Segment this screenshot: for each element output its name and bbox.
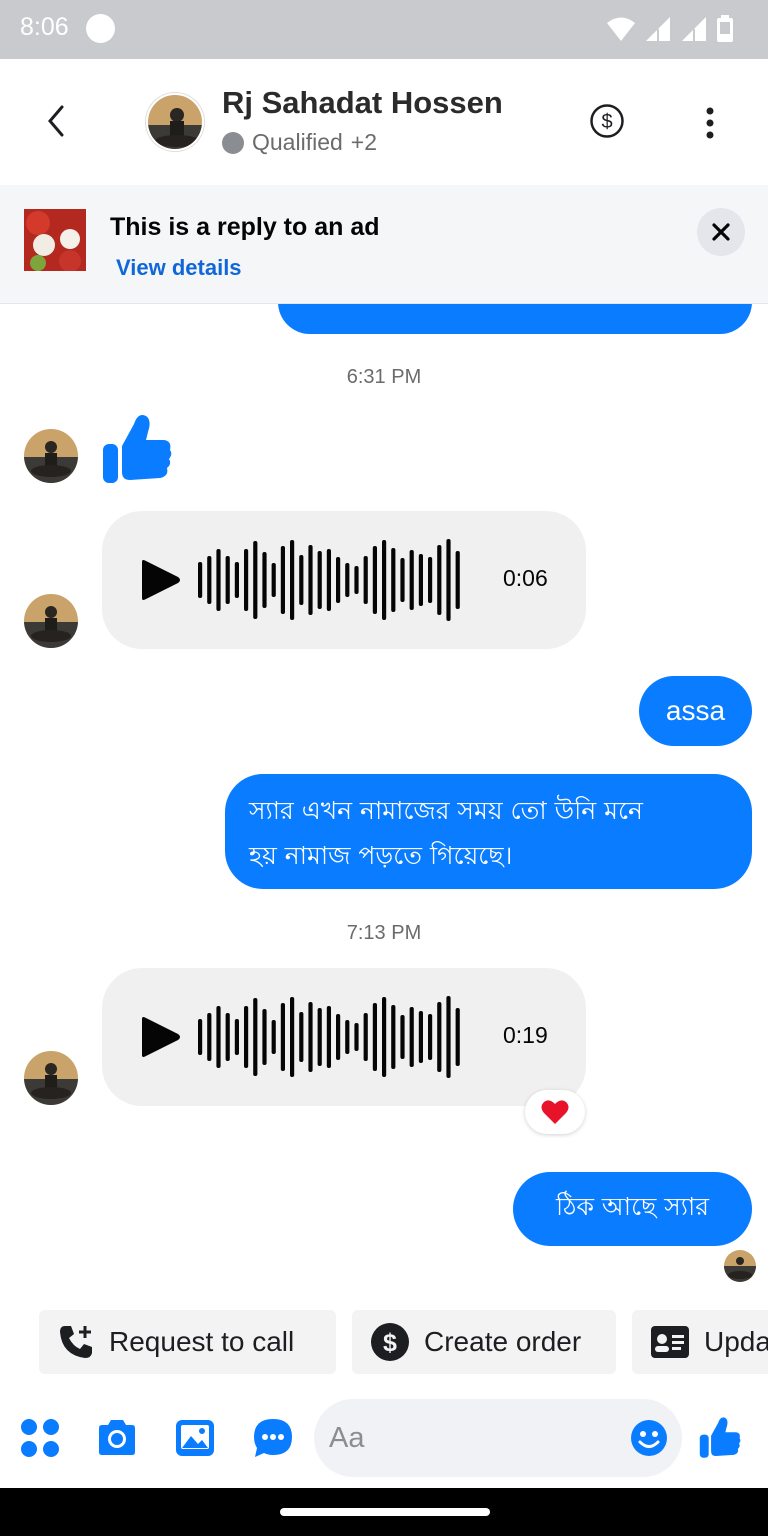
message-composer [0,1392,768,1488]
status-bar: 8:06 [0,0,768,59]
thumbs-up-icon [103,415,172,483]
grid-dots-icon [21,1419,59,1457]
contact-avatar[interactable] [146,93,204,151]
quick-action-label: Upda [704,1326,768,1357]
quick-actions-bar: Request to call $ Create order Upda [0,1310,768,1374]
chevron-left-icon [48,105,64,137]
incoming-voice-message: 0:06 [102,511,586,649]
status-dot-icon [222,131,244,154]
svg-text:$: $ [601,111,612,133]
ad-image [24,209,86,271]
contact-card-icon [651,1326,689,1358]
conversation-header: Rj Sahadat Hossen Qualified +2 $ [0,59,768,185]
avatar-photo [24,429,78,483]
avatar-photo [724,1250,756,1282]
waveform [198,539,460,621]
play-icon [142,1017,180,1057]
more-actions-button[interactable] [18,1416,62,1460]
request-to-call-button[interactable]: Request to call [39,1310,336,1374]
ad-banner-title: This is a reply to an ad [110,213,380,241]
home-indicator[interactable] [280,1508,490,1516]
contact-message-avatar[interactable] [24,594,78,648]
avatar-photo [24,594,78,648]
payment-button[interactable]: $ [589,103,625,139]
camera-icon [99,1420,135,1455]
play-icon [142,560,180,600]
outgoing-text-message[interactable]: ঠিক আছে স্যার [513,1172,752,1246]
signal-icon [646,17,670,41]
incoming-voice-message: 0:19 [102,968,586,1106]
chat-bubble-icon [254,1419,292,1457]
system-navigation-bar [0,1488,768,1536]
smiley-icon [631,1420,667,1456]
contact-message-avatar[interactable] [24,429,78,483]
camera-button[interactable] [95,1416,139,1460]
more-options-button[interactable] [698,103,722,143]
quick-action-label: Request to call [109,1326,295,1357]
signal-icon-2 [682,17,706,41]
create-order-button[interactable]: $ Create order [352,1310,616,1374]
message-timestamp: 7:13 PM [346,922,422,944]
chat-extensions-button[interactable] [251,1416,295,1460]
emoji-button[interactable] [630,1419,668,1457]
quick-action-label: Create order [424,1326,582,1357]
message-input-container [314,1399,682,1477]
send-like-button[interactable] [698,1414,742,1458]
message-line: হয় নামাজ পড়তে গিয়েছে। [249,841,513,870]
close-ad-banner-button[interactable] [697,208,745,256]
status-label: Qualified [252,129,343,155]
image-icon [176,1420,214,1456]
ad-reply-banner: This is a reply to an ad View details [0,185,768,304]
incoming-like-message[interactable] [100,410,174,486]
wifi-icon [607,17,635,41]
voice-duration: 0:06 [503,565,548,591]
more-vertical-icon [706,107,714,139]
dollar-circle-icon: $ [590,104,624,138]
heart-icon [541,1100,569,1124]
contact-name[interactable]: Rj Sahadat Hossen [222,85,503,121]
status-icons [606,14,734,44]
status-extra: +2 [350,129,378,155]
message-reaction[interactable] [525,1090,585,1134]
gallery-button[interactable] [173,1416,217,1460]
play-button[interactable] [138,1016,182,1058]
message-line: স্যার এখন নামাজের সময় তো উনি মনে [249,796,643,825]
play-button[interactable] [138,559,182,601]
back-button[interactable] [36,99,80,143]
svg-text:$: $ [383,1329,397,1357]
update-contact-button[interactable]: Upda [632,1310,768,1374]
thumbs-up-icon [699,1417,741,1458]
battery-icon [717,15,733,42]
view-details-link[interactable]: View details [116,255,242,281]
contact-status[interactable]: Qualified +2 [222,129,377,156]
contact-message-avatar[interactable] [24,1051,78,1105]
avatar-photo [24,1051,78,1105]
ad-thumbnail[interactable] [24,209,86,271]
message-input[interactable] [329,1399,629,1477]
seen-indicator-avatar [724,1250,756,1282]
avatar-photo [148,95,202,149]
status-time: 8:06 [20,13,69,41]
waveform [198,996,460,1078]
outgoing-text-message[interactable]: স্যার এখন নামাজের সময় তো উনি মনে হয় না… [225,774,752,889]
outgoing-text-message[interactable]: assa [639,676,752,746]
message-timestamp: 6:31 PM [346,366,422,388]
close-icon [712,223,730,241]
notification-dot-icon [86,14,115,43]
voice-duration: 0:19 [503,1022,548,1048]
dollar-circle-icon: $ [371,1323,409,1361]
phone-plus-icon [60,1326,92,1358]
